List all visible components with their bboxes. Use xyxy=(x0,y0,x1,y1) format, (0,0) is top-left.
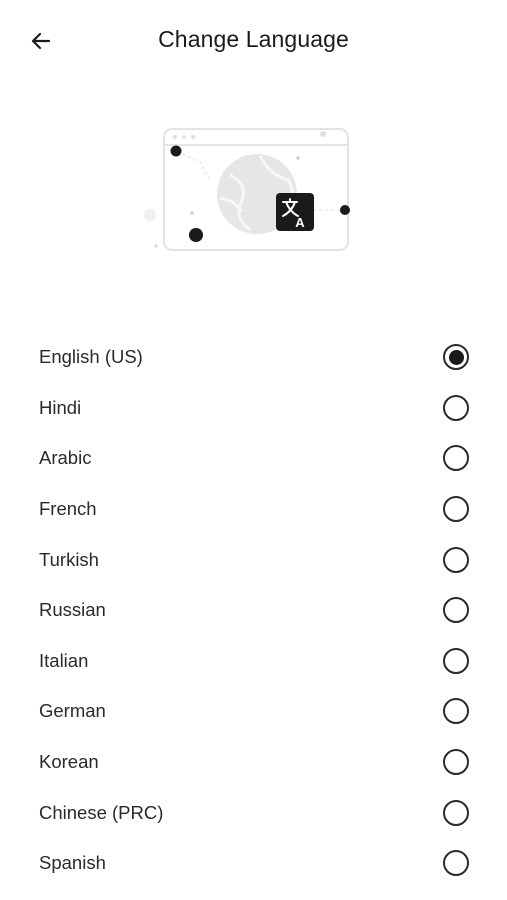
language-option[interactable]: Turkish xyxy=(0,534,507,585)
language-label: French xyxy=(39,498,97,520)
language-option[interactable]: Spanish xyxy=(0,838,507,889)
language-radio[interactable] xyxy=(443,597,469,624)
language-radio[interactable] xyxy=(443,850,469,877)
globe-browser-illustration: A xyxy=(144,128,350,251)
language-label: Russian xyxy=(39,599,106,621)
translate-glyph-a: A xyxy=(295,215,305,230)
top-app-bar: Change Language xyxy=(0,0,507,82)
language-radio[interactable] xyxy=(443,394,469,421)
language-list: English (US) Hindi Arabic French Turkish Russ… xyxy=(0,332,507,889)
language-illustration: A xyxy=(140,120,365,260)
language-option[interactable]: Chinese (PRC) xyxy=(0,787,507,838)
radio-selected-dot xyxy=(448,349,464,365)
translate-icon: A xyxy=(276,193,314,231)
language-option[interactable]: Russian xyxy=(0,585,507,636)
language-option[interactable]: Italian xyxy=(0,636,507,687)
language-label: Arabic xyxy=(39,447,92,469)
page-title: Change Language xyxy=(158,26,349,52)
language-radio[interactable] xyxy=(443,546,469,573)
language-label: English (US) xyxy=(39,346,143,368)
language-label: Italian xyxy=(39,649,89,671)
language-option[interactable]: Hindi xyxy=(0,383,507,434)
language-radio[interactable] xyxy=(443,344,469,371)
language-radio[interactable] xyxy=(443,799,469,826)
language-label: Korean xyxy=(39,751,99,773)
language-option[interactable]: Arabic xyxy=(0,433,507,484)
language-radio[interactable] xyxy=(443,496,469,523)
language-label: Spanish xyxy=(39,852,106,874)
language-option[interactable]: French xyxy=(0,484,507,535)
language-label: Turkish xyxy=(39,548,99,570)
language-option[interactable]: German xyxy=(0,686,507,737)
language-radio[interactable] xyxy=(443,698,469,725)
language-label: Chinese (PRC) xyxy=(39,801,164,823)
language-radio[interactable] xyxy=(443,647,469,674)
language-option[interactable]: Korean xyxy=(0,737,507,788)
language-option[interactable]: English (US) xyxy=(0,332,507,383)
language-radio[interactable] xyxy=(443,445,469,472)
language-radio[interactable] xyxy=(443,749,469,776)
language-label: German xyxy=(39,700,106,722)
language-label: Hindi xyxy=(39,396,82,418)
